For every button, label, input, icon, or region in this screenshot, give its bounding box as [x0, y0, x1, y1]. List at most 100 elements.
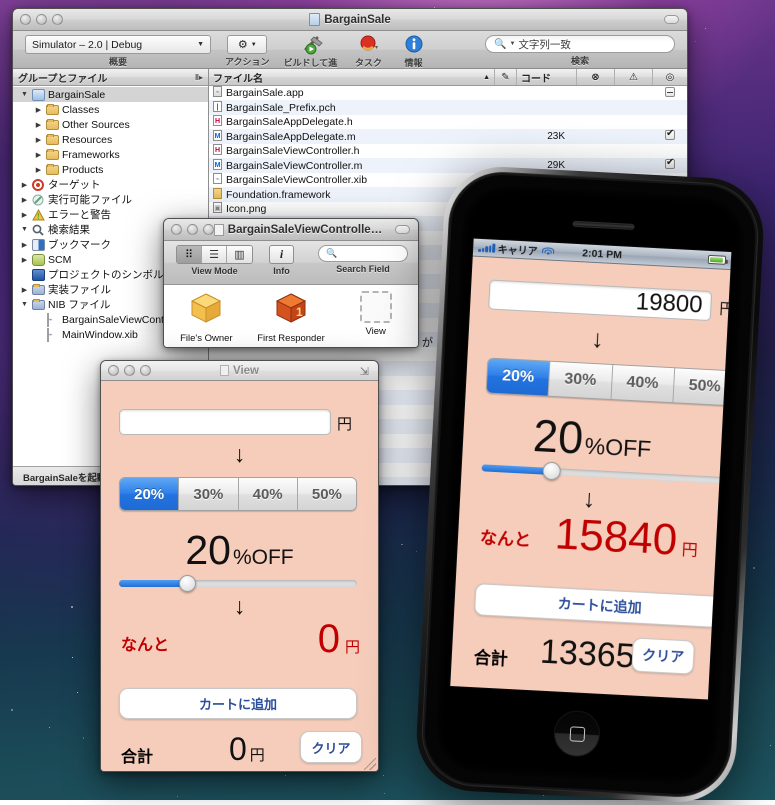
segment-option-1[interactable]: 30%	[179, 478, 239, 510]
segment-option-2[interactable]: 40%	[611, 365, 675, 403]
column-header-warnings[interactable]: ⚠	[615, 69, 653, 85]
disclosure-triangle[interactable]: ▶	[20, 286, 29, 294]
discount-segmented-control[interactable]: 20% 30% 40% 50%	[119, 477, 357, 511]
slider-knob[interactable]	[179, 574, 196, 592]
close-button[interactable]	[20, 14, 31, 25]
disclosure-triangle[interactable]: ▼	[20, 226, 29, 233]
titlebar-toolbar-toggle[interactable]	[664, 15, 679, 24]
action-button-group[interactable]: ⚙ ▼ アクション	[225, 35, 270, 68]
segment-option-1[interactable]: 30%	[548, 361, 613, 399]
disclosure-triangle[interactable]: ▶	[20, 256, 29, 264]
clear-button[interactable]: クリア	[300, 731, 362, 763]
home-button[interactable]	[552, 709, 602, 758]
ib-object-view[interactable]: View	[333, 291, 418, 347]
view-traffic-lights[interactable]	[108, 365, 151, 376]
ib-object-files-owner[interactable]: File's Owner	[164, 291, 249, 347]
segment-option-3[interactable]: 50%	[297, 478, 356, 510]
pane-splitter-icon[interactable]: ‖▸	[195, 73, 203, 82]
search-group[interactable]: 🔍 ▼ 文字列一致 検索	[485, 35, 675, 67]
view-app-canvas[interactable]: 円 ↓ 20% 30% 40% 50% 20 %OFF ↓ なんと 0 円 カー…	[101, 381, 378, 771]
sidebar-item-5[interactable]: ▶ Products	[13, 162, 208, 177]
scheme-popup-button[interactable]: Simulator – 2.0 | Debug ▼	[25, 35, 211, 54]
sidebar-column-header[interactable]: グループとファイル ‖▸	[13, 69, 208, 86]
sidebar-item-7[interactable]: ▶ 実行可能ファイル	[13, 192, 208, 207]
xcode-toolbar[interactable]: Simulator – 2.0 | Debug ▼ 概要 ⚙ ▼ アクション ビル…	[13, 31, 687, 81]
table-row[interactable]: | BargainSale_Prefix.pch	[209, 100, 687, 115]
column-icon[interactable]: ▥	[227, 246, 252, 263]
grid-icon[interactable]: ⠿	[177, 246, 202, 263]
slider-knob[interactable]	[542, 461, 562, 481]
window-traffic-lights[interactable]	[20, 14, 63, 25]
minimize-button[interactable]	[36, 14, 47, 25]
segment-option-3[interactable]: 50%	[673, 368, 733, 406]
iphone-app-canvas[interactable]: 19800 円 ↓ 20% 30% 40% 50% 20 %OFF ↓ なんと …	[450, 256, 733, 701]
xcode-titlebar[interactable]: BargainSale	[13, 9, 687, 31]
minimize-button[interactable]	[124, 365, 135, 376]
file-list-header[interactable]: ファイル名 ▲ ✎ コード ⊗ ⚠ ◎	[209, 69, 687, 86]
ib-toolbar-toggle[interactable]	[395, 225, 410, 234]
ib-objects-canvas[interactable]: File's Owner 1 First Responder View	[164, 285, 418, 347]
view-mode-segmented-control[interactable]: ⠿ ☰ ▥	[176, 245, 253, 264]
disclosure-triangle[interactable]: ▶	[34, 151, 43, 159]
ib-toolbar[interactable]: ⠿ ☰ ▥ View Mode i Info 🔍 Search Field	[164, 241, 418, 285]
segment-option-0[interactable]: 20%	[486, 358, 551, 396]
interface-builder-document-window[interactable]: BargainSaleViewControlle… ⠿ ☰ ▥ View Mod…	[163, 218, 419, 348]
view-preview-window[interactable]: View ⇲ 円 ↓ 20% 30% 40% 50% 20 %OFF ↓ なんと…	[100, 360, 379, 772]
disclosure-triangle[interactable]: ▶	[20, 196, 29, 204]
discount-segmented-control[interactable]: 20% 30% 40% 50%	[485, 357, 733, 407]
ib-info-group[interactable]: i Info	[269, 245, 294, 276]
disclosure-triangle[interactable]: ▼	[20, 301, 29, 308]
disclosure-triangle[interactable]: ▶	[34, 166, 43, 174]
zoom-button[interactable]	[203, 224, 214, 235]
column-header-filename[interactable]: ファイル名 ▲	[209, 69, 495, 85]
iphone-device[interactable]: キャリア 2:01 PM 19800 円 ↓ 20% 30% 40% 50% 2…	[413, 164, 767, 805]
action-button[interactable]: ⚙ ▼	[227, 35, 268, 54]
column-header-target[interactable]: ◎	[653, 69, 687, 85]
sidebar-item-2[interactable]: ▶ Other Sources	[13, 117, 208, 132]
disclosure-triangle[interactable]: ▶	[34, 106, 43, 114]
minimize-button[interactable]	[187, 224, 198, 235]
disclosure-triangle[interactable]: ▶	[20, 211, 29, 219]
disclosure-triangle[interactable]: ▼	[20, 91, 29, 98]
ib-search-field[interactable]: 🔍	[318, 245, 408, 262]
clear-button[interactable]: クリア	[631, 637, 695, 675]
target-checkbox-mixed[interactable]	[665, 86, 675, 97]
close-button[interactable]	[171, 224, 182, 235]
target-checkbox[interactable]	[665, 157, 675, 170]
window-resize-grip[interactable]	[364, 758, 376, 770]
list-icon[interactable]: ☰	[202, 246, 227, 263]
view-mode-group[interactable]: ⠿ ☰ ▥ View Mode	[176, 245, 253, 276]
search-field[interactable]: 🔍 ▼ 文字列一致	[485, 35, 675, 53]
sidebar-item-0[interactable]: ▼ BargainSale	[13, 87, 208, 102]
ib-search-group[interactable]: 🔍 Search Field	[318, 245, 408, 274]
column-header-errors[interactable]: ⊗	[577, 69, 615, 85]
target-checkbox[interactable]	[665, 128, 675, 141]
price-input[interactable]	[119, 409, 331, 435]
disclosure-triangle[interactable]: ▶	[20, 241, 29, 249]
column-header-code[interactable]: コード	[517, 69, 577, 85]
table-row[interactable]: H BargainSaleAppDelegate.h	[209, 115, 687, 130]
ib-titlebar[interactable]: BargainSaleViewControlle…	[164, 219, 418, 241]
discount-slider[interactable]	[119, 574, 357, 592]
segment-option-2[interactable]: 40%	[238, 478, 298, 510]
column-header-edited[interactable]: ✎	[495, 69, 517, 85]
disclosure-triangle[interactable]: ▶	[34, 136, 43, 144]
ib-object-first-responder[interactable]: 1 First Responder	[249, 291, 334, 347]
segment-option-0[interactable]: 20%	[120, 478, 180, 510]
sidebar-item-3[interactable]: ▶ Resources	[13, 132, 208, 147]
close-button[interactable]	[108, 365, 119, 376]
view-titlebar[interactable]: View ⇲	[101, 361, 378, 381]
table-row[interactable]: ⌁ BargainSale.app	[209, 86, 687, 101]
sidebar-item-6[interactable]: ▶ ターゲット	[13, 177, 208, 192]
zoom-button[interactable]	[52, 14, 63, 25]
sidebar-item-4[interactable]: ▶ Frameworks	[13, 147, 208, 162]
scheme-popup-group[interactable]: Simulator – 2.0 | Debug ▼ 概要	[25, 35, 211, 68]
price-input[interactable]: 19800	[488, 279, 713, 322]
sidebar-item-1[interactable]: ▶ Classes	[13, 102, 208, 117]
add-to-cart-button[interactable]: カートに追加	[474, 583, 726, 629]
info-italic-icon[interactable]: i	[269, 245, 294, 264]
disclosure-triangle[interactable]: ▶	[20, 181, 29, 189]
ib-traffic-lights[interactable]	[171, 224, 214, 235]
zoom-button[interactable]	[140, 365, 151, 376]
iphone-screen[interactable]: キャリア 2:01 PM 19800 円 ↓ 20% 30% 40% 50% 2…	[449, 237, 733, 701]
